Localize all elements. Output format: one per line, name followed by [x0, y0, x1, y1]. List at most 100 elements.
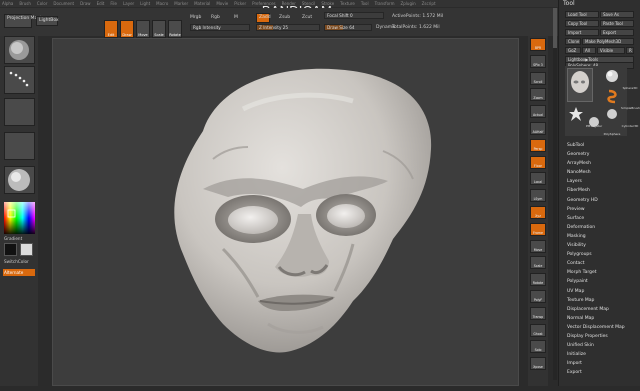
subpalette-item[interactable]: Surface	[566, 214, 636, 223]
subpalette-item[interactable]: UV Map	[566, 287, 636, 296]
subpalette-item[interactable]: FiberMesh	[566, 186, 636, 195]
menu-item[interactable]: Macro	[156, 0, 168, 7]
gradient-label[interactable]: Gradient	[4, 236, 22, 241]
draw-mode-button[interactable]: Draw	[120, 20, 134, 38]
subpalette-item[interactable]: Contact	[566, 259, 636, 268]
texture-thumbnail[interactable]	[4, 132, 35, 160]
color-picker[interactable]	[4, 202, 35, 234]
shelf-button[interactable]: Scroll	[530, 71, 546, 85]
subpalette-item[interactable]: Unified Skin	[566, 341, 636, 350]
subpalette-item[interactable]: Export	[566, 368, 636, 377]
menu-item[interactable]: Zplugin	[401, 0, 416, 7]
visible-button[interactable]: Visible	[597, 47, 625, 54]
shelf-button[interactable]: Floor	[530, 155, 546, 169]
shelf-button[interactable]: Rotate	[530, 273, 546, 287]
menu-item[interactable]: File	[110, 0, 117, 7]
shelf-button[interactable]: SPix 3	[530, 54, 546, 68]
menu-item[interactable]: Marker	[174, 0, 188, 7]
zsub-toggle[interactable]: Zsub	[279, 15, 290, 20]
paste-tool-button[interactable]: Paste Tool	[600, 20, 634, 27]
shelf-button[interactable]: Actual	[530, 105, 546, 119]
shelf-button[interactable]: Scale	[530, 256, 546, 270]
subpalette-item[interactable]: Geometry HD	[566, 196, 636, 205]
zcut-toggle[interactable]: Zcut	[302, 15, 312, 20]
tool-polysphere-large[interactable]	[567, 68, 593, 102]
menu-item[interactable]: Zscript	[422, 0, 436, 7]
mrgb-toggle[interactable]: Mrgb	[190, 15, 201, 20]
lightbox-button[interactable]: LightBox	[36, 16, 59, 26]
shelf-button[interactable]: Move	[530, 239, 546, 253]
panel-scrollbar[interactable]	[553, 8, 557, 380]
subpalette-item[interactable]: Polygroups	[566, 250, 636, 259]
subpalette-item[interactable]: ArrayMesh	[566, 159, 636, 168]
menu-item[interactable]: Movie	[216, 0, 228, 7]
shelf-button[interactable]: AAHalf	[530, 122, 546, 135]
secondary-color-swatch[interactable]	[20, 243, 33, 256]
shelf-button[interactable]: Xpose	[530, 357, 546, 371]
r-button[interactable]: R	[626, 47, 634, 54]
subpalette-item[interactable]: Polypaint	[566, 277, 636, 286]
projection-master-button[interactable]: Projection Master	[4, 14, 46, 28]
switch-color-button[interactable]: SwitchColor	[4, 259, 29, 264]
menu-item[interactable]: Layer	[123, 0, 134, 7]
material-thumbnail[interactable]	[4, 166, 35, 194]
subpalette-item[interactable]: Initialize	[566, 350, 636, 359]
alternate-button[interactable]: Alternate	[3, 269, 35, 276]
edit-mode-button[interactable]: Edit	[104, 20, 118, 38]
scale-mode-button[interactable]: Scale	[152, 20, 166, 38]
shelf-button[interactable]: LSym	[530, 189, 546, 203]
menu-item[interactable]: Brush	[19, 0, 31, 7]
subpalette-item[interactable]: Masking	[566, 232, 636, 241]
make-polymesh-button[interactable]: Make PolyMesh3D	[582, 38, 634, 45]
rgb-toggle[interactable]: Rgb	[211, 15, 220, 20]
shelf-button[interactable]: Solo	[530, 340, 546, 354]
menu-item[interactable]: Edit	[97, 0, 105, 7]
subpalette-item[interactable]: Preview	[566, 205, 636, 214]
subpalette-item[interactable]: NanoMesh	[566, 168, 636, 177]
shelf-button[interactable]: Local	[530, 172, 546, 186]
menu-item[interactable]: Document	[53, 0, 74, 7]
menu-item[interactable]: Light	[140, 0, 150, 7]
move-mode-button[interactable]: Move	[136, 20, 150, 38]
tool-sphere3d[interactable]: Sphere3D	[603, 68, 637, 90]
all-button[interactable]: All	[582, 47, 596, 54]
shelf-button[interactable]: PolyF	[530, 290, 546, 303]
menu-item[interactable]: Alpha	[2, 0, 13, 7]
import-button[interactable]: Import	[565, 29, 599, 36]
subpalette-item[interactable]: SubTool	[566, 141, 636, 150]
viewport-canvas[interactable]	[52, 38, 519, 386]
m-toggle[interactable]: M	[234, 15, 238, 20]
primary-color-swatch[interactable]	[4, 243, 17, 256]
draw-size-slider[interactable]: Draw Size 64	[324, 24, 372, 31]
subpalette-item[interactable]: Displacement Map	[566, 305, 636, 314]
tool-panel-title[interactable]: Tool	[563, 0, 575, 7]
focal-shift-slider[interactable]: Focal Shift 0	[324, 12, 384, 19]
shelf-button[interactable]: Xyz	[530, 206, 546, 219]
subpalette-item[interactable]: Display Properties	[566, 332, 636, 341]
tool-cylinder3d[interactable]: Cylinder3D	[603, 106, 638, 128]
subpalette-item[interactable]: Vector Displacement Map	[566, 323, 636, 332]
zadd-toggle[interactable]: Zadd	[256, 13, 271, 23]
subpalette-item[interactable]: Texture Map	[566, 296, 636, 305]
export-button[interactable]: Export	[600, 29, 634, 36]
menu-item[interactable]: Transform	[375, 0, 395, 7]
shelf-button[interactable]: Transp	[530, 306, 546, 320]
subpalette-item[interactable]: Layers	[566, 177, 636, 186]
shelf-button[interactable]: BPR	[530, 38, 546, 51]
rgb-intensity-slider[interactable]: Rgb Intensity	[190, 24, 250, 31]
scrollbar-thumb[interactable]	[553, 8, 557, 48]
rotate-mode-button[interactable]: Rotate	[168, 20, 182, 38]
shelf-button[interactable]: Frame	[530, 222, 546, 236]
clone-button[interactable]: Clone	[565, 38, 581, 45]
menu-item[interactable]: Draw	[80, 0, 90, 7]
copy-tool-button[interactable]: Copy Tool	[565, 20, 599, 27]
tool-polysphere-small[interactable]: PolySphere	[585, 114, 620, 136]
goz-button[interactable]: GoZ	[565, 47, 581, 54]
menu-item[interactable]: Tool	[361, 0, 369, 7]
subpalette-item[interactable]: Visibility	[566, 241, 636, 250]
brush-thumbnail[interactable]	[4, 36, 35, 64]
menu-item[interactable]: Color	[37, 0, 47, 7]
load-tool-button[interactable]: Load Tool	[565, 11, 599, 18]
alpha-thumbnail[interactable]	[4, 98, 35, 126]
menu-item[interactable]: Material	[194, 0, 210, 7]
